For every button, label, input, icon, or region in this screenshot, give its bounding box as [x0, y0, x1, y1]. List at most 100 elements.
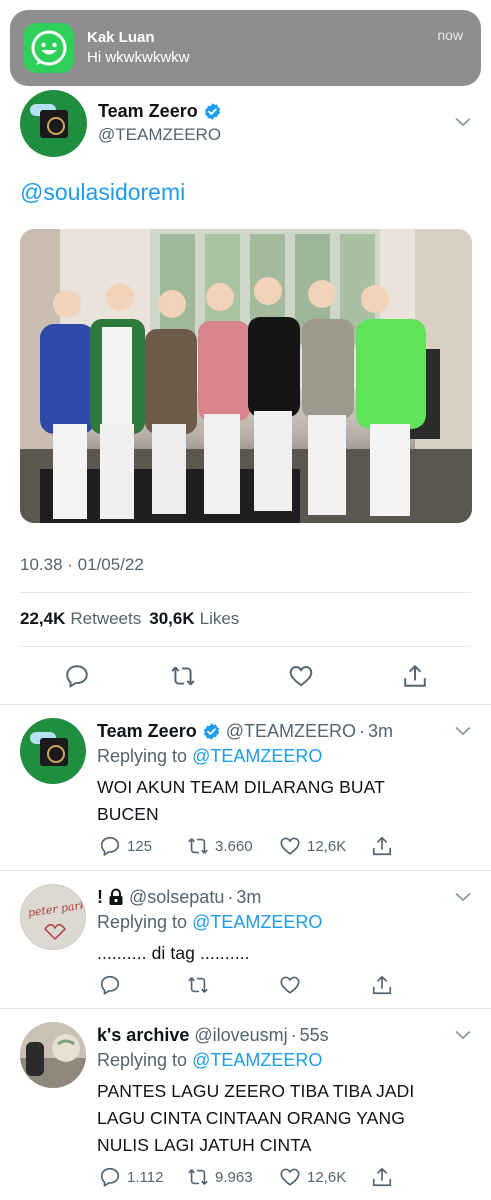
avatar[interactable] — [20, 1022, 86, 1088]
divider — [20, 592, 471, 593]
reply-text-line: NULIS LAGI JATUH CINTA — [97, 1135, 312, 1155]
like-count: 12,6K — [307, 837, 347, 855]
share-icon[interactable] — [402, 663, 428, 689]
reply-text-line: BUCEN — [97, 804, 159, 824]
reply-icon[interactable] — [64, 663, 90, 689]
replying-to-prefix: Replying to — [97, 912, 193, 932]
reply-actions: 125 3.660 12,6K — [97, 835, 397, 861]
avatar-logo-box — [40, 738, 68, 766]
reply-text-line: PANTES LAGU ZEERO TIBA TIBA JADI — [97, 1081, 415, 1101]
reply-author-handle[interactable]: @iloveusmj — [194, 1024, 287, 1046]
reply-time: 3m — [236, 887, 262, 907]
tweet-text-mention[interactable]: @soulasidoremi — [20, 179, 185, 206]
retweets-label[interactable]: Retweets — [70, 609, 141, 629]
share-icon — [372, 1167, 392, 1187]
replying-to-handle[interactable]: @TEAMZEERO — [192, 746, 322, 766]
retweet-icon[interactable] — [170, 663, 196, 689]
like-count: 12,6K — [307, 1168, 347, 1186]
reply-action-share[interactable] — [371, 974, 399, 996]
replying-to-handle[interactable]: @TEAMZEERO — [192, 1050, 322, 1070]
reply-action-like[interactable]: 12,6K — [279, 1166, 346, 1188]
replying-to-handle[interactable]: @TEAMZEERO — [192, 912, 322, 932]
chevron-down-icon[interactable] — [455, 892, 471, 902]
separator-dot: · — [358, 721, 365, 741]
tweet-timestamp: 10.38 · 01/05/22 — [20, 555, 144, 574]
chevron-down-icon[interactable] — [455, 1030, 471, 1040]
chevron-down-icon[interactable] — [455, 117, 471, 127]
reply-count: 125 — [127, 837, 153, 855]
reply-time: 55s — [299, 1025, 329, 1045]
retweet-count: 3.660 — [215, 837, 253, 855]
reply-action-share[interactable] — [371, 835, 399, 857]
notification-sender: Kak Luan — [87, 29, 155, 46]
share-icon — [372, 836, 392, 856]
reply-action-reply[interactable]: 1.112 — [99, 1166, 163, 1188]
reply-author-name[interactable]: k's archive — [97, 1024, 189, 1046]
main-tweet-header: Team Zeero @TEAMZEERO — [20, 88, 471, 158]
replying-to-line: Replying to @TEAMZEERO — [97, 1048, 471, 1072]
group-photo-illustration — [20, 229, 472, 523]
verified-badge-icon — [204, 102, 220, 120]
avatar[interactable]: peter parker — [20, 884, 86, 950]
reply-icon — [100, 1167, 120, 1188]
author-name-text: Team Zeero — [98, 101, 198, 121]
chevron-down-icon[interactable] — [455, 726, 471, 736]
reply-author-name[interactable]: ! — [97, 886, 103, 908]
main-tweet-author-handle[interactable]: @TEAMZEERO — [98, 124, 222, 146]
avatar-scribble-text: peter parker — [27, 897, 86, 920]
reply-action-share[interactable] — [371, 1166, 399, 1188]
reply-tweet[interactable]: k's archive @iloveusmj · 55s Replying to… — [0, 1008, 491, 1200]
likes-count[interactable]: 30,6K — [149, 609, 194, 629]
replying-to-line: Replying to @TEAMZEERO — [97, 744, 471, 768]
reply-author-handle[interactable]: @solsepatu — [129, 886, 224, 908]
lock-icon — [109, 888, 123, 905]
reply-action-retweet[interactable]: 3.660 — [187, 835, 253, 857]
divider — [20, 646, 471, 647]
separator-dot: · — [290, 1025, 297, 1045]
reply-action-like[interactable]: 12,6K — [279, 835, 346, 857]
reply-action-retweet[interactable] — [187, 974, 215, 996]
reply-tweet[interactable]: Team Zeero @TEAMZEERO · 3m Replying to @… — [0, 704, 491, 870]
like-icon — [280, 837, 300, 855]
avatar-logo-box — [40, 109, 68, 138]
likes-label[interactable]: Likes — [200, 609, 240, 629]
verified-badge-icon — [203, 722, 219, 740]
avatar[interactable] — [20, 718, 86, 784]
avatar-drawing: peter parker — [27, 897, 86, 940]
like-icon — [280, 976, 300, 994]
notification-message: Hi wkwkwkwkw — [87, 49, 190, 66]
reply-text-line: WOI AKUN TEAM DILARANG BUAT — [97, 777, 385, 797]
replying-to-prefix: Replying to — [97, 1050, 193, 1070]
reply-action-like[interactable] — [279, 974, 307, 996]
reply-time: 3m — [367, 721, 393, 741]
like-icon — [280, 1168, 300, 1186]
retweet-count: 9.963 — [215, 1168, 253, 1186]
reply-action-reply[interactable]: 125 — [99, 835, 152, 857]
reply-tweet[interactable]: peter parker ! @solsepatu · 3m Replying … — [0, 870, 491, 1008]
replying-to-prefix: Replying to — [97, 746, 193, 766]
main-tweet-actions — [20, 660, 471, 694]
reply-action-retweet[interactable]: 9.963 — [187, 1166, 253, 1188]
retweets-count[interactable]: 22,4K — [20, 609, 65, 629]
main-tweet-author-name[interactable]: Team Zeero — [98, 100, 222, 122]
reply-actions: 1.112 9.963 12,6K — [97, 1166, 397, 1192]
messaging-app-icon — [24, 23, 74, 73]
reply-text: .......... di tag .......... — [97, 940, 471, 967]
notification-banner[interactable]: Kak Luan Hi wkwkwkwkw now — [10, 10, 481, 86]
reply-author-name[interactable]: Team Zeero — [97, 720, 197, 742]
reply-text: WOI AKUN TEAM DILARANG BUAT BUCEN — [97, 774, 471, 828]
reply-text-line: .......... di tag .......... — [97, 943, 250, 963]
replying-to-line: Replying to @TEAMZEERO — [97, 910, 471, 934]
notification-time: now — [437, 27, 463, 43]
like-icon[interactable] — [288, 663, 314, 689]
reply-author-handle[interactable]: @TEAMZEERO — [226, 720, 356, 742]
reply-icon — [100, 975, 120, 996]
avatar[interactable] — [20, 89, 87, 157]
reply-text: PANTES LAGU ZEERO TIBA TIBA JADI LAGU CI… — [97, 1078, 471, 1159]
share-icon — [372, 975, 392, 995]
separator-dot: · — [227, 887, 234, 907]
reply-action-reply[interactable] — [99, 974, 127, 996]
retweet-icon — [188, 1169, 208, 1185]
tweet-photo[interactable] — [20, 229, 472, 523]
retweet-icon — [188, 838, 208, 854]
